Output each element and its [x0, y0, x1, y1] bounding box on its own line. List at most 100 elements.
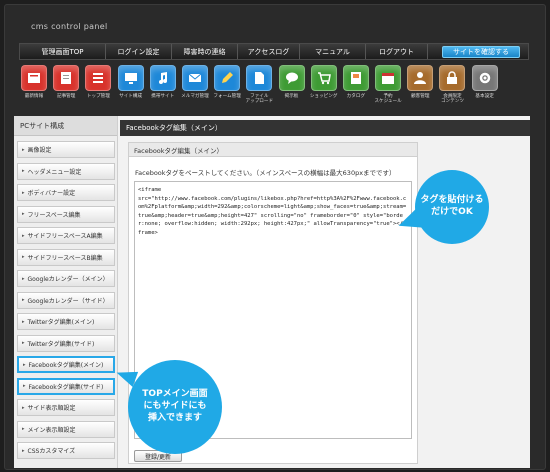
tool-monitor[interactable]: サイト構成	[116, 65, 146, 113]
tool-label: メルマガ管理	[181, 94, 209, 99]
tool-list[interactable]: トップ管理	[83, 65, 113, 113]
tool-customer[interactable]: 顧客管理	[405, 65, 435, 113]
chevron-right-icon: ▸	[22, 318, 25, 325]
tool-label: 会員限定 コンテンツ	[440, 94, 464, 105]
chevron-right-icon: ▸	[22, 426, 25, 432]
tool-label: 携帯サイト	[151, 94, 175, 99]
sidebar-item-7[interactable]: ▸ Googleカレンダー（サイド）	[17, 291, 115, 309]
tool-note[interactable]: 携帯サイト	[148, 65, 178, 113]
nav-item-4[interactable]: マニュアル	[300, 44, 366, 59]
sidebar-item-14[interactable]: ▸ CSSカスタマイズ	[17, 442, 115, 459]
chevron-right-icon: ▸	[22, 211, 25, 217]
sidebar-item-label: ヘッダメニュー設定	[27, 168, 82, 176]
tool-file[interactable]: ファイル アップロード	[244, 65, 274, 113]
cart-icon	[310, 65, 337, 91]
monitor-icon	[117, 65, 144, 91]
tool-chat[interactable]: 掲示板	[277, 65, 307, 113]
chevron-right-icon: ▸	[22, 254, 25, 260]
nav-item-2[interactable]: 障害時の連絡	[172, 44, 238, 59]
article-icon	[53, 65, 80, 91]
catalog-icon	[342, 65, 369, 91]
tool-label: ファイル アップロード	[245, 94, 274, 105]
sidebar-item-5[interactable]: ▸ サイドフリースペースB編集	[17, 248, 115, 266]
sidebar-item-1[interactable]: ▸ ヘッダメニュー設定	[17, 162, 115, 180]
tool-member[interactable]: 会員限定 コンテンツ	[437, 65, 467, 113]
nav-item-5[interactable]: ログアウト	[366, 44, 428, 59]
mail-icon	[181, 65, 208, 91]
chevron-right-icon: ▸	[22, 189, 25, 196]
member-icon	[439, 65, 466, 91]
top-nav: 管理画面TOP ログイン設定 障害時の連絡 アクセスログ マニュアル ログアウト サイトを確…	[19, 43, 529, 60]
sidebar-item-label: Facebookタグ編集(サイド)	[28, 383, 104, 391]
nav-item-0[interactable]: 管理画面TOP	[20, 44, 106, 59]
chevron-right-icon: ▸	[23, 383, 26, 389]
calendar-icon	[375, 65, 402, 91]
sidebar-item-6[interactable]: ▸ Googleカレンダー（メイン）	[17, 270, 115, 287]
tool-label: トップ管理	[86, 94, 110, 99]
sidebar-item-4[interactable]: ▸ サイドフリースペースA編集	[17, 227, 115, 244]
sidebar-item-12[interactable]: ▸ サイド表示順設定	[17, 399, 115, 416]
sidebar-item-8[interactable]: ▸ Twitterタグ編集(メイン)	[17, 313, 115, 330]
callout-insert-anywhere: TOPメイン画面 にもサイドにも 挿入できます	[128, 360, 222, 454]
nav-item-3[interactable]: アクセスログ	[238, 44, 300, 59]
tool-label: サイト構成	[119, 94, 143, 99]
sidebar-item-label: Facebookタグ編集(メイン)	[28, 362, 104, 369]
sidebar-item-13[interactable]: ▸ メイン表示順設定	[17, 420, 115, 438]
tool-label: ショッピング	[309, 94, 338, 99]
tool-news[interactable]: 最新情報	[19, 65, 49, 113]
view-site-button[interactable]: サイトを確認する	[442, 46, 520, 58]
sidebar-item-label: Googleカレンダー（サイド）	[27, 297, 109, 305]
sidebar-item-3[interactable]: ▸ フリースペース編集	[17, 205, 115, 223]
tool-article[interactable]: 記事管理	[51, 65, 81, 113]
sidebar-item-11[interactable]: ▸ Facebookタグ編集(サイド)	[17, 377, 115, 395]
page-title: Facebookタグ編集（メイン）	[120, 120, 530, 136]
callout-paste-tag: タグを貼付ける だけでOK	[415, 170, 489, 244]
sidebar-item-label: Googleカレンダー（メイン）	[27, 276, 109, 283]
tool-cart[interactable]: ショッピング	[309, 65, 339, 113]
tool-label: フォーム管理	[213, 94, 241, 99]
sidebar-item-0[interactable]: ▸ 画像設定	[17, 141, 115, 158]
panel-title: Facebookタグ編集（メイン）	[129, 143, 417, 157]
tool-mail[interactable]: メルマガ管理	[180, 65, 210, 113]
tool-settings[interactable]: 基本設定	[470, 65, 500, 113]
tool-label: 記事管理	[56, 94, 76, 99]
news-icon	[21, 65, 47, 91]
list-icon	[85, 65, 112, 91]
customer-icon	[407, 65, 434, 91]
sidebar-item-label: Twitterタグ編集(メイン)	[27, 319, 95, 326]
file-icon	[246, 65, 273, 91]
tool-label: カタログ	[346, 94, 366, 99]
tool-catalog[interactable]: カタログ	[341, 65, 371, 113]
sidebar-item-label: CSSカスタマイズ	[27, 448, 76, 455]
sidebar-item-label: サイドフリースペースA編集	[27, 233, 103, 240]
sidebar-item-label: ボディバナー設定	[27, 190, 76, 197]
sidebar-item-label: Twitterタグ編集(サイド)	[27, 340, 95, 348]
chevron-right-icon: ▸	[22, 275, 25, 282]
chevron-right-icon: ▸	[22, 404, 25, 411]
sidebar-item-10[interactable]: ▸ Facebookタグ編集(メイン)	[17, 356, 115, 373]
pencil-icon	[214, 65, 241, 91]
sidebar-item-2[interactable]: ▸ ボディバナー設定	[17, 184, 115, 201]
sidebar-item-9[interactable]: ▸ Twitterタグ編集(サイド)	[17, 334, 115, 352]
tool-label: 予約 スケジュール	[374, 94, 402, 105]
tool-label: 基本設定	[475, 94, 494, 99]
panel-instruction: Facebookタグをペーストしてください。（メインスペースの横幅は最大630p…	[135, 169, 396, 177]
sidebar-title: PCサイト構成	[14, 116, 117, 136]
sidebar-item-label: メイン表示順設定	[27, 426, 76, 434]
chevron-right-icon: ▸	[23, 361, 26, 368]
chevron-right-icon: ▸	[22, 297, 25, 303]
content-area: PCサイト構成 ▸ 画像設定 ▸ ヘッダメニュー設定 ▸ ボディバナー設定 ▸ フリースペース…	[14, 116, 530, 468]
sidebar: PCサイト構成 ▸ 画像設定 ▸ ヘッダメニュー設定 ▸ ボディバナー設定 ▸ フリースペース…	[14, 116, 118, 468]
sidebar-item-label: フリースペース編集	[27, 211, 81, 219]
chat-icon	[278, 65, 305, 91]
chevron-right-icon: ▸	[22, 340, 25, 346]
tool-label: 顧客管理	[411, 94, 430, 99]
feature-toolbar: 最新情報 記事管理 トップ管理 サイト構成 携帯サイト メルマガ管理 フォーム管理 ファイル …	[19, 65, 529, 113]
tool-pencil[interactable]: フォーム管理	[212, 65, 242, 113]
nav-item-1[interactable]: ログイン設定	[106, 44, 172, 59]
chevron-right-icon: ▸	[22, 146, 25, 153]
tool-calendar[interactable]: 予約 スケジュール	[373, 65, 403, 113]
chevron-right-icon: ▸	[22, 232, 25, 239]
chevron-right-icon: ▸	[22, 447, 25, 454]
tool-label: 最新情報	[24, 94, 44, 99]
